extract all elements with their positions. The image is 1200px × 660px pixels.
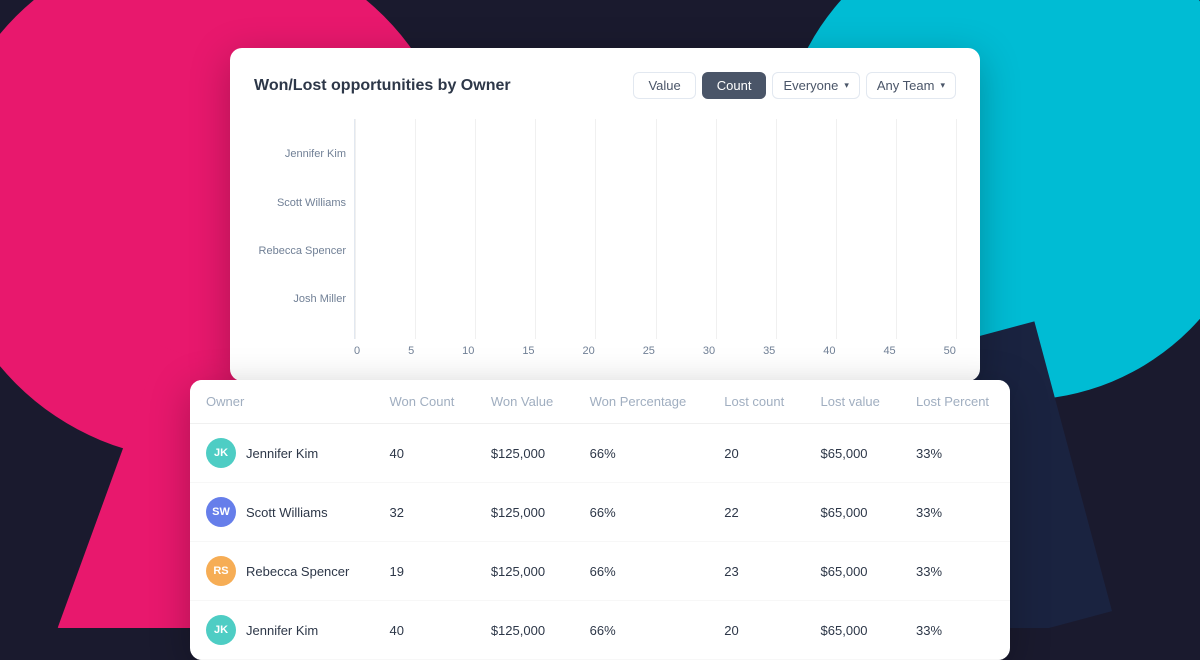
chevron-down-icon: ▾ — [844, 80, 849, 91]
everyone-dropdown[interactable]: Everyone ▾ — [772, 72, 859, 99]
table-row: JK Jennifer Kim 40 $125,000 66% 20 $65,0… — [190, 601, 1010, 660]
gridline-8 — [836, 119, 837, 339]
gridline-0 — [355, 119, 356, 339]
x-label-9: 45 — [883, 345, 895, 357]
cell-lost-value-3: $65,000 — [805, 601, 901, 660]
chart-card: Won/Lost opportunities by Owner Value Co… — [230, 48, 980, 381]
y-label-0: Jennifer Kim — [285, 148, 346, 160]
col-lost-value: Lost value — [805, 380, 901, 424]
data-table: Owner Won Count Won Value Won Percentage… — [190, 380, 1010, 660]
x-label-6: 30 — [703, 345, 715, 357]
chart-header: Won/Lost opportunities by Owner Value Co… — [254, 72, 956, 99]
col-lost-count: Lost count — [708, 380, 804, 424]
owner-name-2: Rebecca Spencer — [246, 564, 349, 579]
count-filter-btn[interactable]: Count — [702, 72, 767, 99]
cell-won-count-0: 40 — [374, 424, 475, 483]
cell-won-count-2: 19 — [374, 542, 475, 601]
gridline-2 — [475, 119, 476, 339]
chart-plot: Jennifer Kim Scott Williams Rebecca Spen… — [254, 119, 956, 339]
owner-name-1: Scott Williams — [246, 505, 328, 520]
cell-lost-value-0: $65,000 — [805, 424, 901, 483]
table-card: Owner Won Count Won Value Won Percentage… — [190, 380, 1010, 660]
x-label-10: 50 — [944, 345, 956, 357]
x-label-1: 5 — [408, 345, 414, 357]
table-header: Owner Won Count Won Value Won Percentage… — [190, 380, 1010, 424]
x-label-5: 25 — [643, 345, 655, 357]
cell-lost-pct-3: 33% — [900, 601, 1010, 660]
chevron-down-icon: ▾ — [940, 80, 945, 91]
cell-lost-value-1: $65,000 — [805, 483, 901, 542]
x-label-7: 35 — [763, 345, 775, 357]
gridline-10 — [956, 119, 957, 339]
cell-won-pct-2: 66% — [574, 542, 709, 601]
avatar-2: RS — [206, 556, 236, 586]
table-row: RS Rebecca Spencer 19 $125,000 66% 23 $6… — [190, 542, 1010, 601]
header-row: Owner Won Count Won Value Won Percentage… — [190, 380, 1010, 424]
cell-won-value-0: $125,000 — [475, 424, 574, 483]
cell-lost-count-2: 23 — [708, 542, 804, 601]
table-row: JK Jennifer Kim 40 $125,000 66% 20 $65,0… — [190, 424, 1010, 483]
cell-owner-3: JK Jennifer Kim — [190, 601, 374, 660]
gridline-7 — [776, 119, 777, 339]
any-team-dropdown[interactable]: Any Team ▾ — [866, 72, 956, 99]
filter-buttons: Value Count Everyone ▾ Any Team ▾ — [633, 72, 956, 99]
bars-area — [354, 119, 956, 339]
cell-owner-2: RS Rebecca Spencer — [190, 542, 374, 601]
y-label-1: Scott Williams — [277, 197, 346, 209]
cell-lost-count-1: 22 — [708, 483, 804, 542]
cell-lost-pct-2: 33% — [900, 542, 1010, 601]
table-body: JK Jennifer Kim 40 $125,000 66% 20 $65,0… — [190, 424, 1010, 660]
cell-won-count-3: 40 — [374, 601, 475, 660]
cell-won-value-1: $125,000 — [475, 483, 574, 542]
avatar-1: SW — [206, 497, 236, 527]
col-won-count: Won Count — [374, 380, 475, 424]
cell-won-value-3: $125,000 — [475, 601, 574, 660]
cell-lost-count-0: 20 — [708, 424, 804, 483]
x-label-3: 15 — [522, 345, 534, 357]
y-axis: Jennifer Kim Scott Williams Rebecca Spen… — [254, 119, 354, 339]
cell-won-value-2: $125,000 — [475, 542, 574, 601]
avatar-3: JK — [206, 615, 236, 645]
cell-won-count-1: 32 — [374, 483, 475, 542]
x-label-0: 0 — [354, 345, 360, 357]
gridline-4 — [595, 119, 596, 339]
value-filter-btn[interactable]: Value — [633, 72, 695, 99]
col-won-value: Won Value — [475, 380, 574, 424]
cell-lost-value-2: $65,000 — [805, 542, 901, 601]
x-axis: 0 5 10 15 20 25 30 35 40 45 50 — [354, 339, 956, 357]
gridline-5 — [656, 119, 657, 339]
cell-lost-count-3: 20 — [708, 601, 804, 660]
cell-lost-pct-1: 33% — [900, 483, 1010, 542]
gridline-9 — [896, 119, 897, 339]
cell-owner-1: SW Scott Williams — [190, 483, 374, 542]
gridline-6 — [716, 119, 717, 339]
avatar-0: JK — [206, 438, 236, 468]
x-label-8: 40 — [823, 345, 835, 357]
owner-name-3: Jennifer Kim — [246, 623, 318, 638]
cell-owner-0: JK Jennifer Kim — [190, 424, 374, 483]
cell-won-pct-0: 66% — [574, 424, 709, 483]
cell-won-pct-3: 66% — [574, 601, 709, 660]
col-owner: Owner — [190, 380, 374, 424]
cell-lost-pct-0: 33% — [900, 424, 1010, 483]
x-label-4: 20 — [583, 345, 595, 357]
gridline-1 — [415, 119, 416, 339]
chart-title: Won/Lost opportunities by Owner — [254, 77, 511, 95]
y-label-3: Josh Miller — [293, 293, 346, 305]
owner-name-0: Jennifer Kim — [246, 446, 318, 461]
table-row: SW Scott Williams 32 $125,000 66% 22 $65… — [190, 483, 1010, 542]
y-label-2: Rebecca Spencer — [259, 245, 346, 257]
gridline-3 — [535, 119, 536, 339]
col-lost-pct: Lost Percent — [900, 380, 1010, 424]
x-label-2: 10 — [462, 345, 474, 357]
chart-body: Jennifer Kim Scott Williams Rebecca Spen… — [254, 119, 956, 357]
col-won-pct: Won Percentage — [574, 380, 709, 424]
cell-won-pct-1: 66% — [574, 483, 709, 542]
